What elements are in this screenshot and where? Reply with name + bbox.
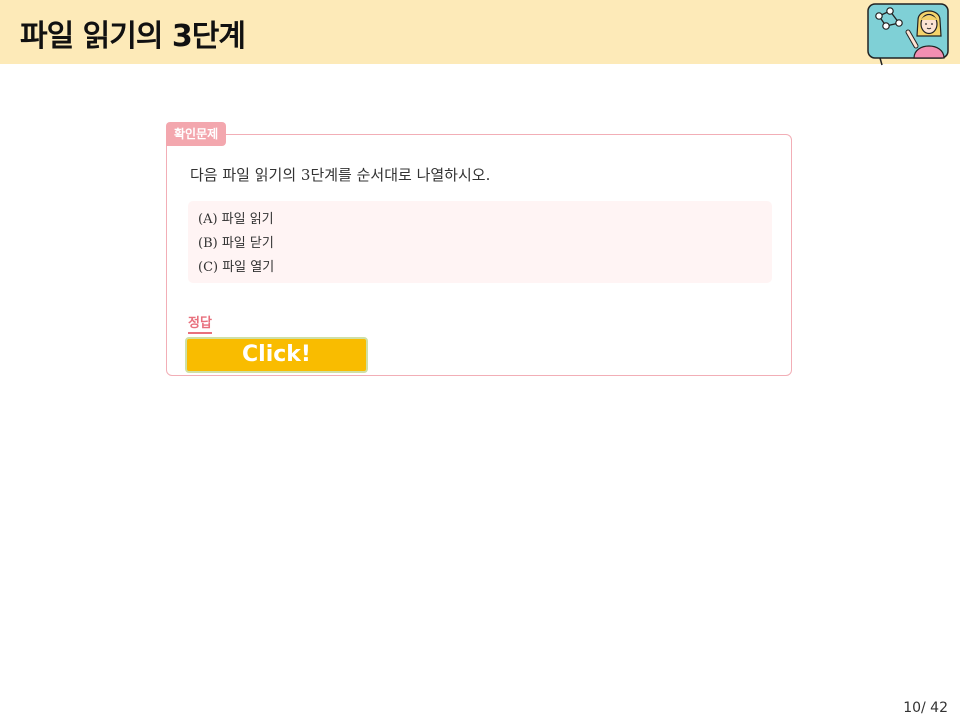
page-number: 10/ 42 (903, 700, 948, 716)
quiz-badge: 확인문제 (166, 122, 227, 146)
reveal-answer-button[interactable]: Click! (185, 337, 368, 373)
answer-label: 정답 (188, 312, 212, 334)
option-a: (A) 파일 읽기 (198, 212, 274, 227)
option-b: (B) 파일 닫기 (198, 236, 274, 251)
question-text: 다음 파일 읽기의 3단계를 순서대로 나열하시오. (190, 166, 491, 184)
header-bar: 파일 읽기의 3단계 (0, 0, 960, 66)
option-c: (C) 파일 열기 (198, 260, 275, 275)
teacher-with-network-board-icon (867, 3, 949, 66)
page-title: 파일 읽기의 3단계 (20, 19, 246, 54)
options-panel: (A) 파일 읽기 (B) 파일 닫기 (C) 파일 열기 (188, 201, 772, 283)
